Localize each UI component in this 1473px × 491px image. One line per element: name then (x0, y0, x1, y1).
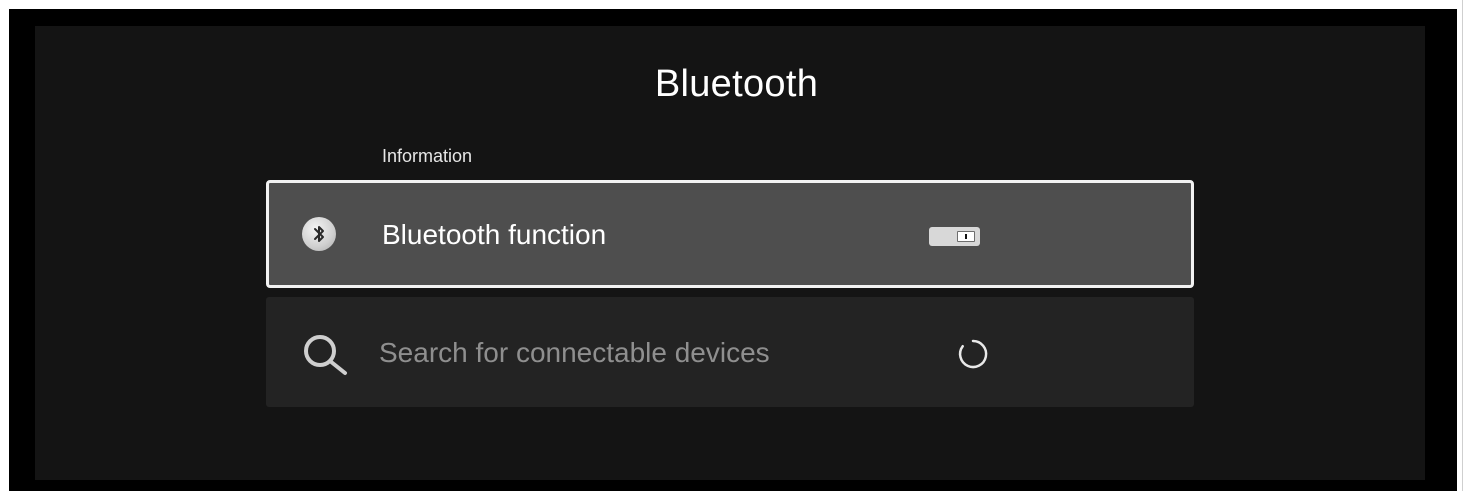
section-header-information: Information (382, 146, 473, 166)
search-devices-row[interactable]: Search for connectable devices (266, 297, 1194, 407)
search-icon (301, 332, 349, 376)
bluetooth-icon (302, 217, 336, 251)
bluetooth-toggle[interactable] (929, 227, 980, 246)
toggle-knob (957, 231, 975, 242)
bluetooth-function-row[interactable]: Bluetooth function (266, 180, 1194, 288)
loading-spinner-icon (957, 338, 989, 370)
search-devices-label: Search for connectable devices (379, 337, 770, 368)
page-title: Bluetooth (654, 63, 819, 105)
bluetooth-function-label: Bluetooth function (382, 219, 607, 250)
